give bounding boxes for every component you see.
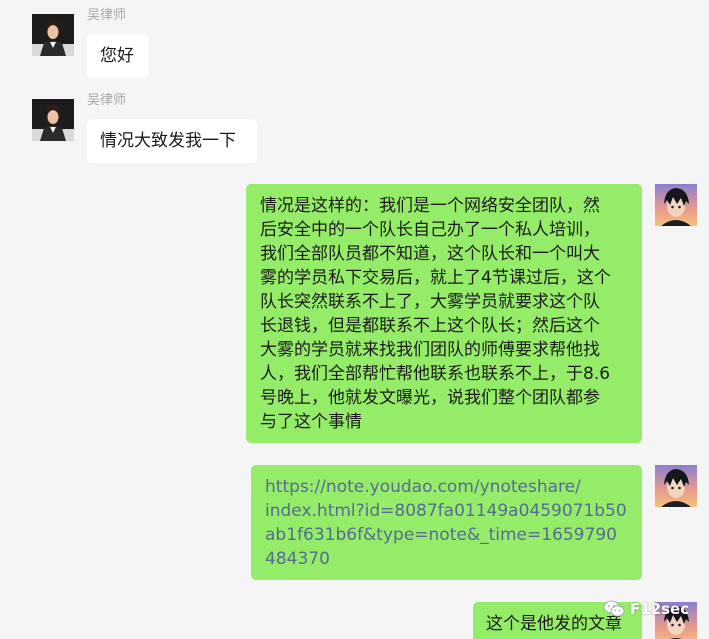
message-line: 我们全部队员都不知道，这个队长和一个叫大: [260, 244, 600, 264]
my-avatar[interactable]: [655, 184, 697, 226]
message-line: 情况是这样的：我们是一个网络安全团队，然: [260, 196, 600, 216]
wechat-icon: [603, 600, 625, 617]
chat-window: 吴律师 您好 吴律师 情况大致发我一下 情况是这样的：我们是一个网络安全团队，然…: [0, 0, 709, 639]
message-line: 长退钱，但是都联系不上这个队长；然后这个: [260, 316, 600, 336]
link-text-line[interactable]: index.html?id=8087fa01149a0459071b50: [265, 499, 630, 523]
message-line: 与了这个事情: [260, 412, 362, 432]
sender-avatar[interactable]: [32, 14, 74, 56]
message-line: 人，我们全部帮忙帮他联系也联系不上，于8.6: [260, 364, 611, 384]
anime-avatar-icon: [655, 465, 697, 507]
message-line: 号晚上，他就发文曝光，说我们整个团队都参: [260, 388, 600, 408]
message-line: 雾的学员私下交易后，就上了4节课过后，这个: [260, 268, 611, 288]
message-text: 情况大致发我一下: [100, 131, 236, 151]
watermark: F12sec: [603, 597, 689, 621]
anime-avatar-icon: [655, 184, 697, 226]
watermark-text: F12sec: [630, 600, 690, 618]
message-text: 您好: [100, 46, 134, 66]
message-line: 队长突然联系不上了，大雾学员就要求这个队: [260, 292, 600, 312]
link-text-line[interactable]: 484370: [265, 547, 630, 571]
message-bubble[interactable]: 情况大致发我一下: [87, 119, 257, 163]
message-line: 大雾的学员就来找我们团队的师傅要求帮他找: [260, 340, 600, 360]
sender-name: 吴律师: [87, 8, 127, 23]
lawyer-avatar-icon: [32, 99, 74, 141]
link-text-line[interactable]: ab1f631b6f&type=note&_time=1659790: [265, 523, 630, 547]
sender-avatar[interactable]: [32, 99, 74, 141]
message-line: 后安全中的一个队长自己办了一个私人培训，: [260, 220, 600, 240]
my-avatar[interactable]: [655, 465, 697, 507]
message-bubble[interactable]: 情况是这样的：我们是一个网络安全团队，然 后安全中的一个队长自己办了一个私人培训…: [246, 184, 642, 443]
link-message-bubble[interactable]: https://note.youdao.com/ynoteshare/ inde…: [251, 465, 642, 580]
lawyer-avatar-icon: [32, 14, 74, 56]
message-bubble[interactable]: 您好: [87, 34, 149, 78]
sender-name: 吴律师: [87, 93, 127, 108]
link-text-line[interactable]: https://note.youdao.com/ynoteshare/: [265, 475, 630, 499]
